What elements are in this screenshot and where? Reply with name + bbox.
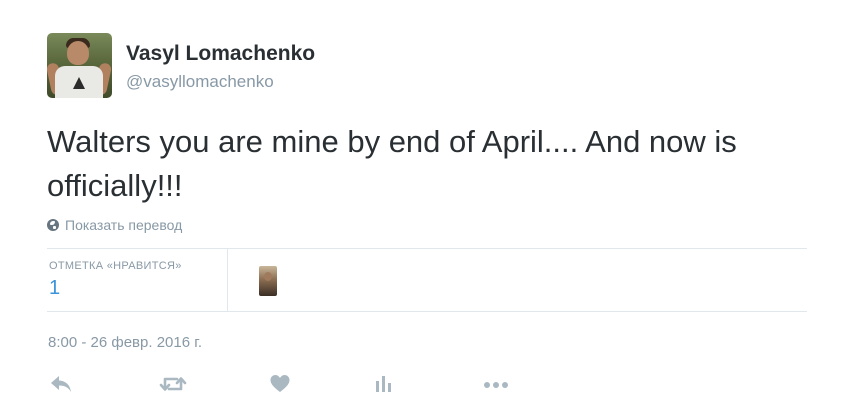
likes-label: ОТМЕТКА «НРАВИТСЯ» (49, 260, 182, 272)
liker-avatar[interactable] (259, 266, 277, 296)
reply-icon[interactable] (49, 373, 73, 395)
divider-bottom (47, 311, 807, 312)
author-name[interactable]: Vasyl Lomachenko (126, 42, 315, 66)
like-icon[interactable] (269, 373, 291, 395)
retweet-icon[interactable] (158, 373, 188, 395)
translate-link[interactable]: Показать перевод (47, 217, 182, 233)
tweet-actions (0, 373, 850, 399)
author-avatar[interactable] (47, 33, 112, 98)
more-icon[interactable] (483, 373, 511, 395)
globe-icon (47, 219, 59, 231)
tweet-text: Walters you are mine by end of April....… (47, 124, 737, 203)
translate-label: Показать перевод (65, 217, 183, 233)
tweet-timestamp[interactable]: 8:00 - 26 февр. 2016 г. (48, 334, 202, 351)
stats-divider (227, 249, 228, 311)
analytics-icon[interactable] (374, 373, 394, 395)
likes-count[interactable]: 1 (49, 277, 60, 300)
author-handle[interactable]: @vasyllomachenko (126, 72, 274, 92)
divider-top (47, 248, 807, 249)
